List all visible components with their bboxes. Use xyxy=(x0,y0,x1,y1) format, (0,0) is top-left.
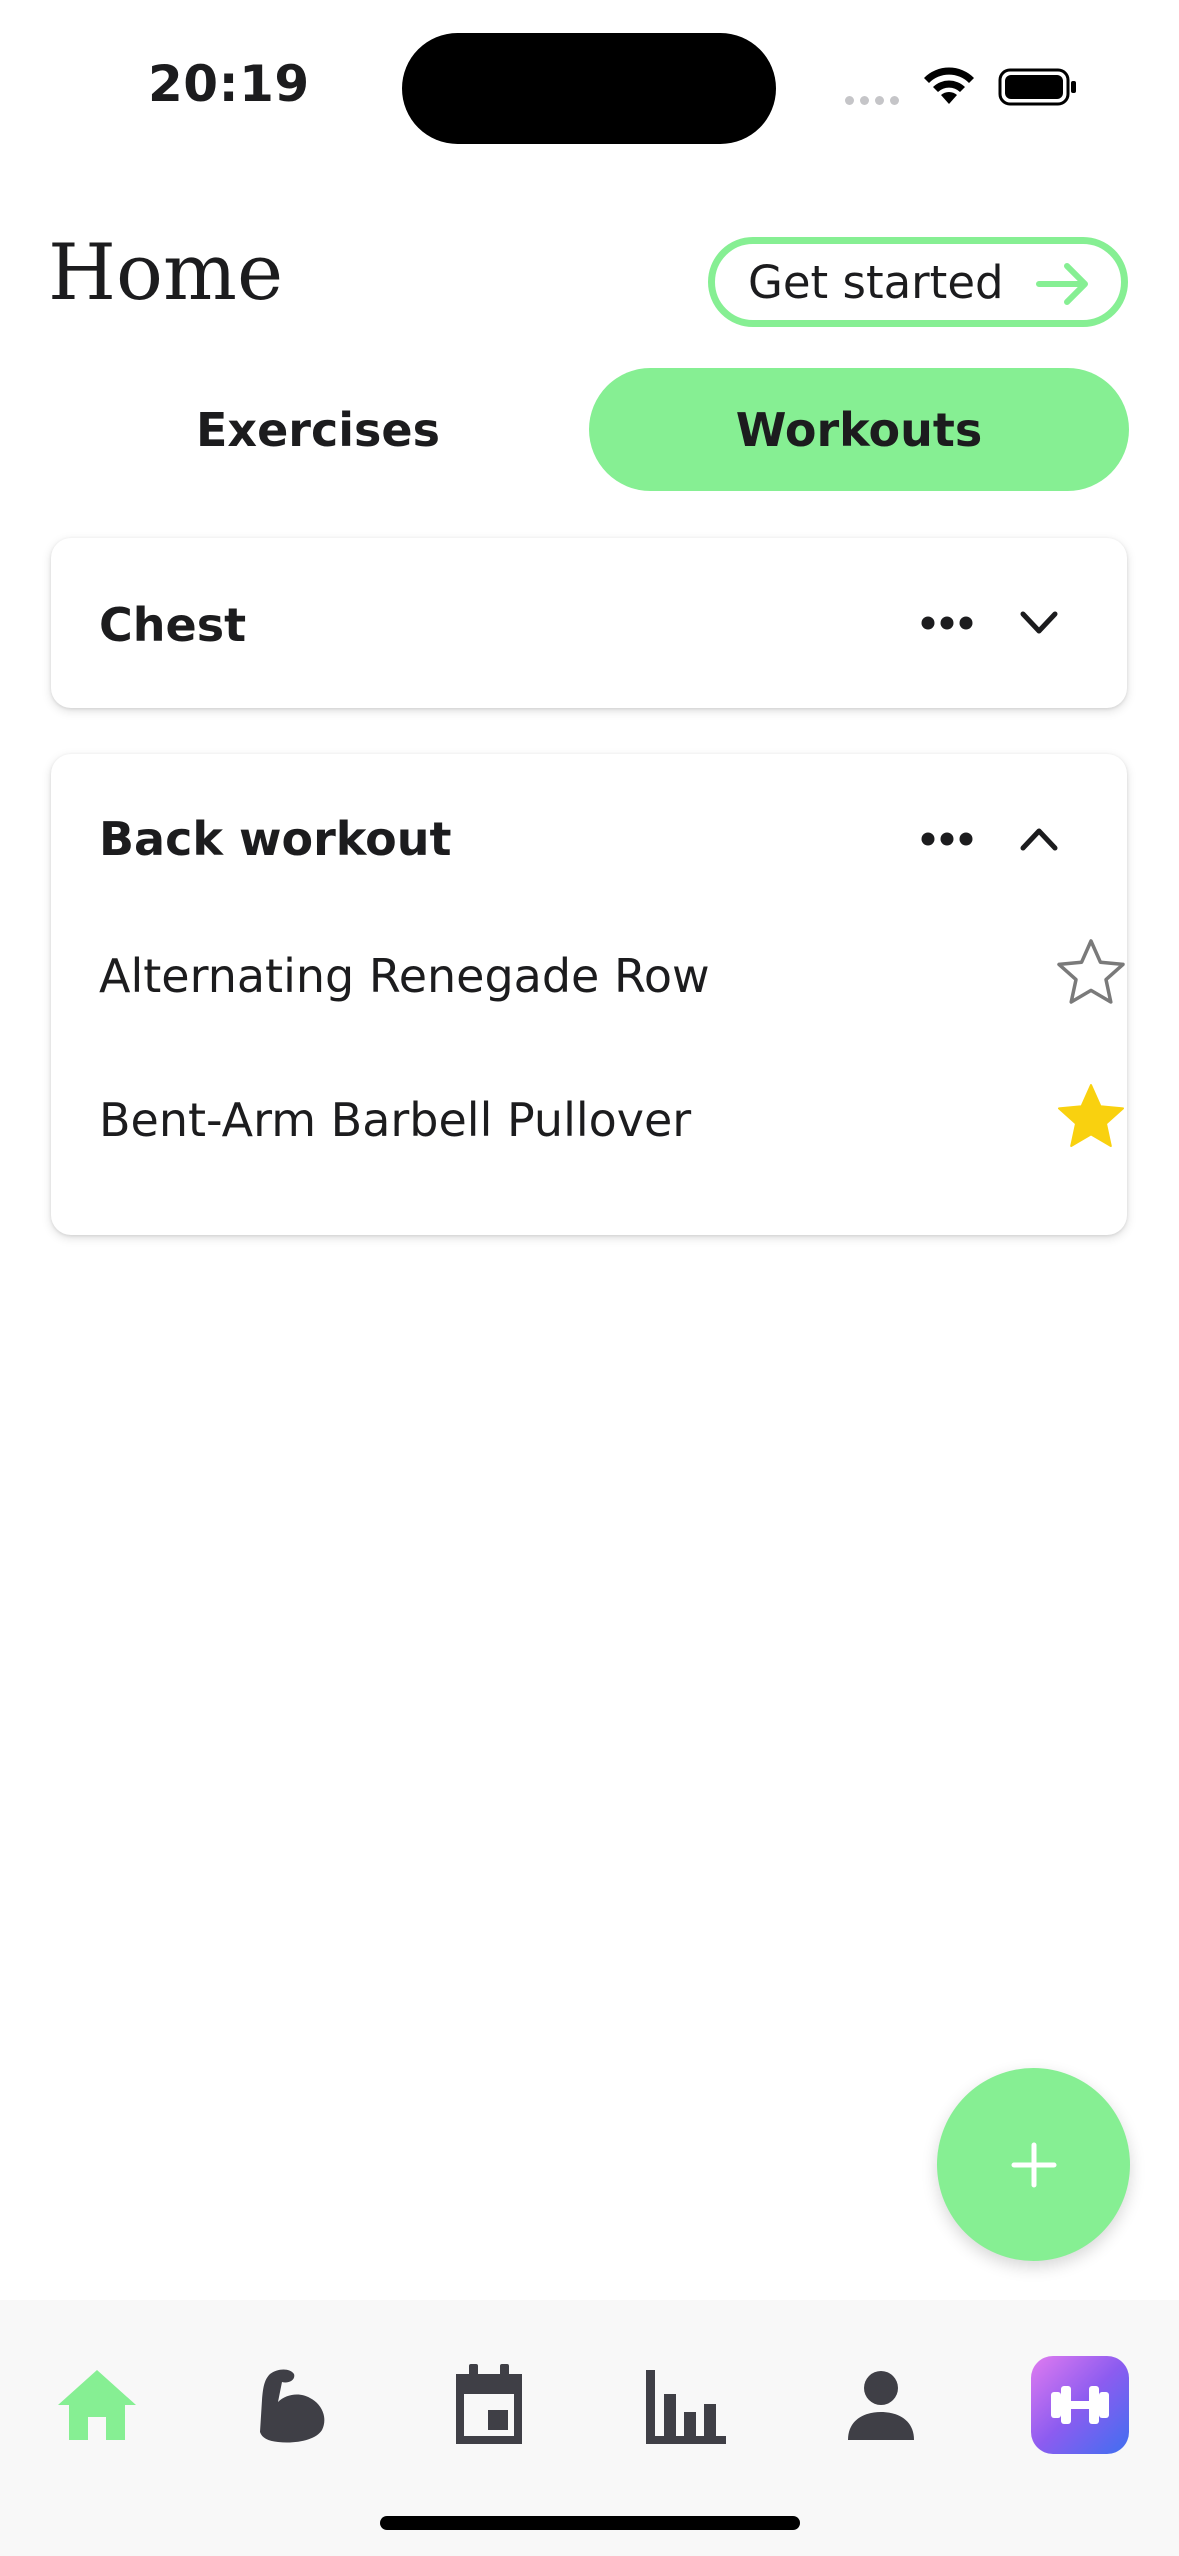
workout-title: Chest xyxy=(99,598,247,652)
workout-title: Back workout xyxy=(99,812,452,866)
more-options-icon[interactable] xyxy=(921,616,973,630)
workout-card[interactable]: Chest xyxy=(51,538,1127,708)
home-indicator xyxy=(380,2516,800,2530)
exercise-name: Alternating Renegade Row xyxy=(99,949,710,1003)
home-icon xyxy=(58,2370,136,2440)
calendar-icon xyxy=(456,2364,522,2444)
nav-item-profile[interactable] xyxy=(836,2360,926,2450)
get-started-button[interactable]: Get started xyxy=(708,237,1128,327)
tab-workouts[interactable]: Workouts xyxy=(589,368,1129,491)
tab-exercises[interactable]: Exercises xyxy=(48,368,588,491)
chevron-up-icon[interactable] xyxy=(1019,826,1059,852)
profile-icon xyxy=(848,2371,914,2440)
page-title: Home xyxy=(48,228,284,318)
more-options-icon[interactable] xyxy=(921,832,973,846)
get-started-label: Get started xyxy=(748,255,1004,309)
exercise-row[interactable]: Alternating Renegade Row xyxy=(99,937,1125,1017)
nav-item-stats[interactable] xyxy=(640,2360,730,2450)
arrow-right-icon xyxy=(1036,263,1088,305)
status-time: 20:19 xyxy=(148,55,310,113)
nav-item-premium-app[interactable] xyxy=(1031,2356,1129,2454)
cellular-signal-icon xyxy=(845,96,899,105)
plus-icon xyxy=(1011,2142,1057,2188)
chevron-down-icon[interactable] xyxy=(1019,610,1059,636)
nav-item-exercises[interactable] xyxy=(248,2360,338,2450)
wifi-icon xyxy=(924,67,974,104)
star-filled-icon[interactable] xyxy=(1055,1081,1127,1153)
nav-item-home[interactable] xyxy=(52,2360,142,2450)
star-outline-icon[interactable] xyxy=(1055,937,1127,1009)
battery-icon xyxy=(998,68,1076,106)
dynamic-island xyxy=(402,33,776,144)
exercise-name: Bent-Arm Barbell Pullover xyxy=(99,1093,692,1147)
workout-card[interactable]: Back workout Alternating Renegade Row Be… xyxy=(51,754,1127,1235)
bar-chart-icon xyxy=(646,2370,726,2444)
nav-item-calendar[interactable] xyxy=(444,2360,534,2450)
add-workout-button[interactable] xyxy=(937,2068,1130,2261)
muscle-icon xyxy=(260,2369,325,2443)
exercise-row[interactable]: Bent-Arm Barbell Pullover xyxy=(99,1081,1124,1161)
dumbbell-app-icon xyxy=(1051,2386,1109,2424)
